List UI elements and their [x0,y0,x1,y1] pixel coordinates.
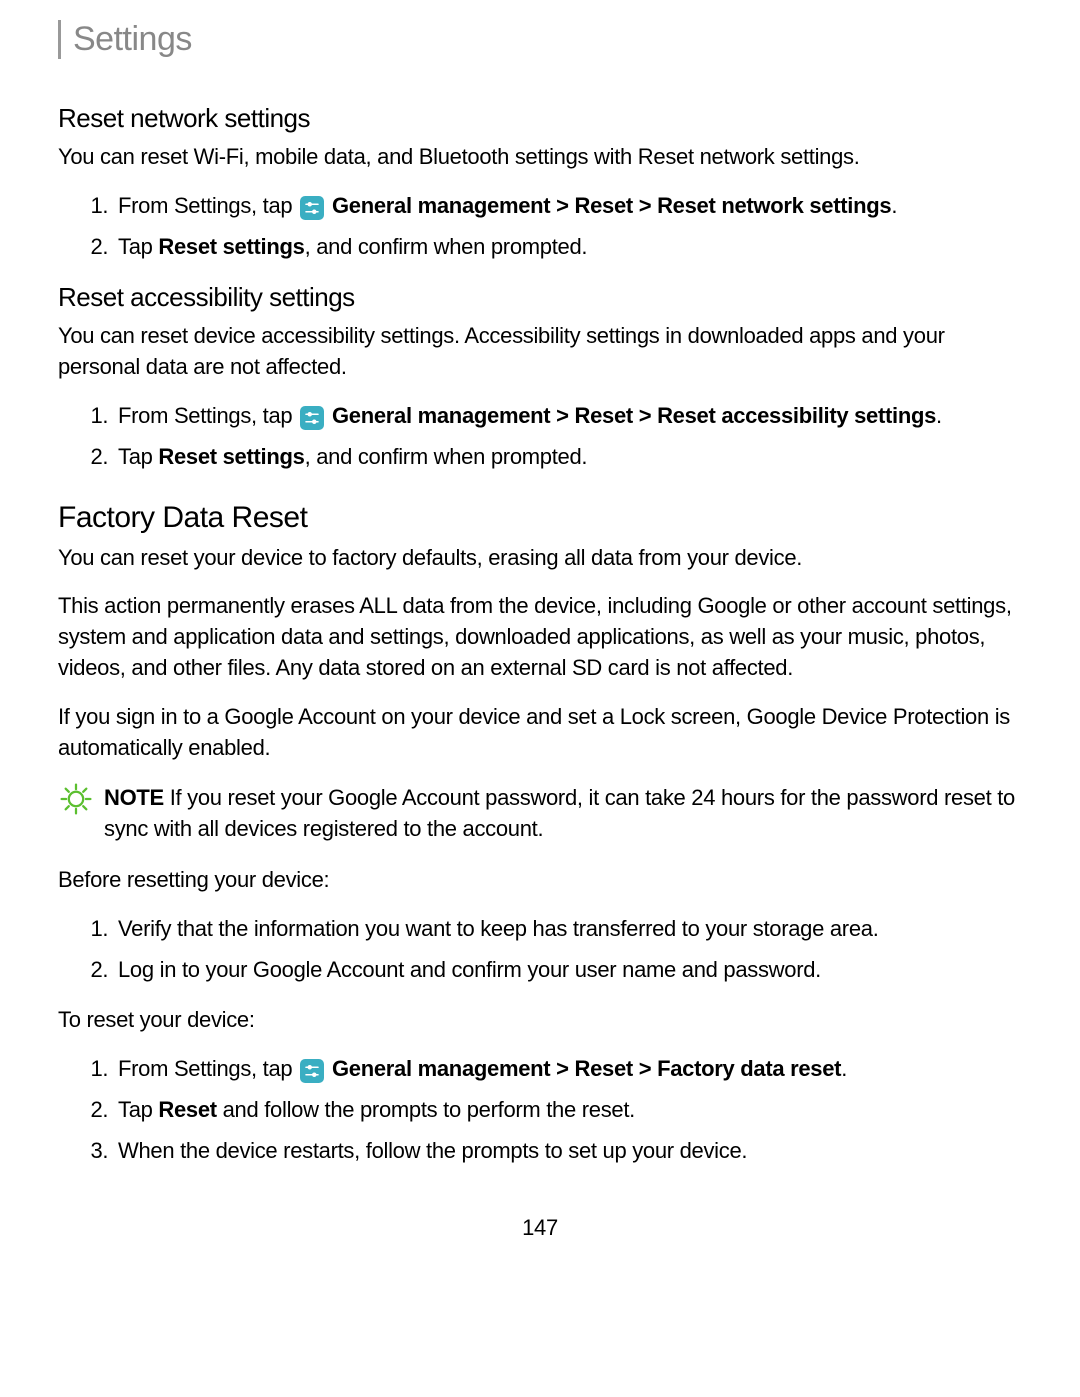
step-item: Log in to your Google Account and confir… [114,955,1022,986]
settings-sliders-icon [300,1059,324,1083]
step-item: From Settings, tap General management > … [114,1054,1022,1085]
steps-before-reset: Verify that the information you want to … [58,914,1022,986]
step-item: Tap Reset and follow the prompts to perf… [114,1095,1022,1126]
heading-factory-reset: Factory Data Reset [58,501,1022,535]
step-item: When the device restarts, follow the pro… [114,1136,1022,1167]
page-title: Settings [73,20,192,58]
note-block: NOTE If you reset your Google Account pa… [58,783,1022,845]
para-factory-2: This action permanently erases ALL data … [58,591,1022,683]
steps-reset-network: From Settings, tap General management > … [58,191,1022,263]
step-item: From Settings, tap General management > … [114,191,1022,222]
note-label: NOTE [104,785,164,810]
heading-reset-network: Reset network settings [58,103,1022,134]
intro-reset-accessibility: You can reset device accessibility setti… [58,321,1022,383]
para-factory-3: If you sign in to a Google Account on yo… [58,702,1022,764]
step-item: Verify that the information you want to … [114,914,1022,945]
step-item: Tap Reset settings, and confirm when pro… [114,232,1022,263]
step-item: Tap Reset settings, and confirm when pro… [114,442,1022,473]
section-factory-reset: Factory Data Reset You can reset your de… [58,501,1022,1167]
settings-sliders-icon [300,196,324,220]
page-header: Settings [58,20,1022,59]
to-reset-label: To reset your device: [58,1005,1022,1036]
para-factory-1: You can reset your device to factory def… [58,543,1022,574]
before-resetting-label: Before resetting your device: [58,865,1022,896]
step-item: From Settings, tap General management > … [114,401,1022,432]
document-page: Settings Reset network settings You can … [0,0,1080,1281]
steps-reset-accessibility: From Settings, tap General management > … [58,401,1022,473]
intro-reset-network: You can reset Wi-Fi, mobile data, and Bl… [58,142,1022,173]
note-text: NOTE If you reset your Google Account pa… [104,783,1022,845]
page-number: 147 [58,1215,1022,1241]
heading-reset-accessibility: Reset accessibility settings [58,282,1022,313]
settings-sliders-icon [300,406,324,430]
section-reset-network: Reset network settings You can reset Wi-… [58,103,1022,262]
lightbulb-icon [58,781,94,822]
section-reset-accessibility: Reset accessibility settings You can res… [58,282,1022,472]
steps-to-reset: From Settings, tap General management > … [58,1054,1022,1166]
